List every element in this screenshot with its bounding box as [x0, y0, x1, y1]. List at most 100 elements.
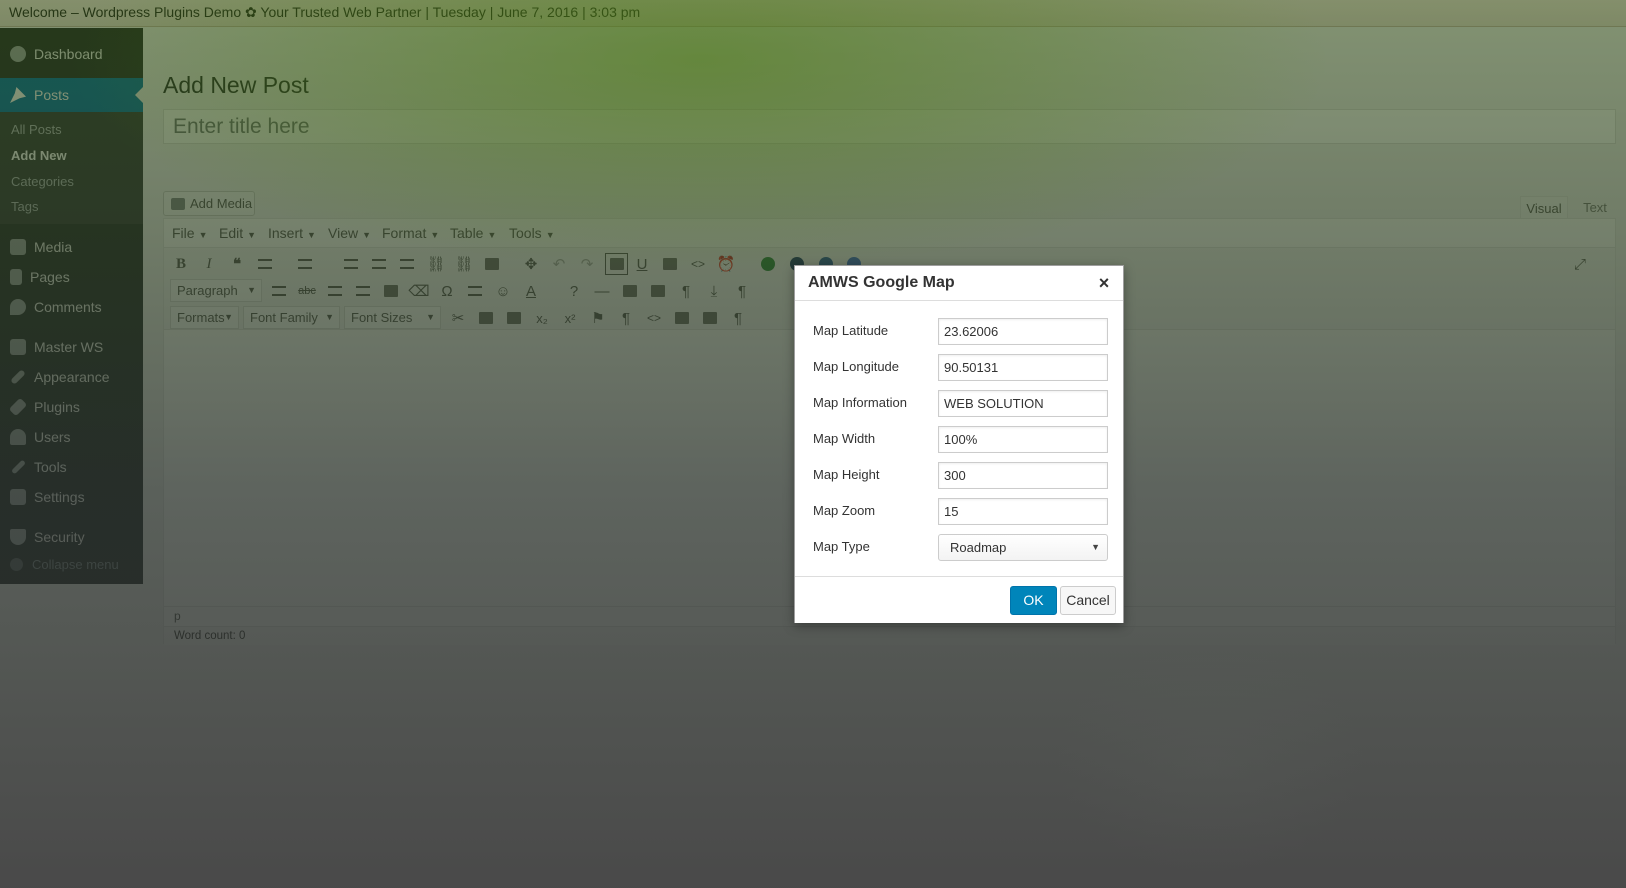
search-replace-icon[interactable]: [649, 282, 667, 300]
users-icon: [10, 429, 26, 445]
cut-icon[interactable]: ✂: [449, 309, 467, 327]
submenu-add-new[interactable]: Add New: [11, 148, 67, 163]
sidebar-item-users[interactable]: Users: [0, 422, 143, 452]
omega-icon[interactable]: Ω: [438, 282, 456, 300]
map-width-input[interactable]: 100%: [938, 426, 1108, 453]
media-embed-icon[interactable]: [673, 309, 691, 327]
pilcrow-icon[interactable]: ¶: [677, 282, 695, 300]
cancel-button[interactable]: Cancel: [1060, 586, 1116, 615]
toolbar-toggle-icon[interactable]: [605, 253, 628, 275]
expand-icon[interactable]: ⤢: [1571, 255, 1589, 273]
underline-icon[interactable]: U: [633, 255, 651, 273]
font-sizes-select[interactable]: Font Sizes ▼: [344, 306, 441, 329]
field-label: Map Width: [813, 431, 876, 446]
emoticon-icon[interactable]: ☺: [494, 282, 512, 300]
paste-text-icon[interactable]: [382, 282, 400, 300]
insert-icon[interactable]: ⤓: [705, 282, 723, 300]
outdent-icon[interactable]: [326, 282, 344, 300]
sidebar-item-pages[interactable]: Pages: [0, 262, 143, 292]
show-blocks-icon[interactable]: ¶: [617, 309, 635, 327]
menu-tools[interactable]: Tools ▼: [509, 225, 555, 241]
menu-view[interactable]: View ▼: [328, 225, 371, 241]
bold-icon[interactable]: B: [172, 255, 190, 273]
numbered-list-icon[interactable]: [296, 255, 314, 273]
help-icon[interactable]: ?: [565, 282, 583, 300]
sidebar-item-security[interactable]: Security: [0, 522, 143, 552]
tools-icon: [11, 459, 26, 475]
more-icon[interactable]: [466, 282, 484, 300]
text-color-icon[interactable]: A: [522, 282, 540, 300]
post-title-input[interactable]: Enter title here: [163, 109, 1616, 144]
sidebar-item-settings[interactable]: Settings: [0, 482, 143, 512]
ok-button[interactable]: OK: [1010, 586, 1057, 615]
strikethrough-icon[interactable]: abc: [298, 282, 316, 300]
sidebar-item-plugins[interactable]: Plugins: [0, 392, 143, 422]
bookmark-icon[interactable]: ⚑: [589, 309, 607, 327]
redo-icon[interactable]: ↷: [578, 255, 596, 273]
sidebar-item-dashboard[interactable]: Dashboard: [0, 39, 143, 69]
justify-icon[interactable]: [270, 282, 288, 300]
close-icon[interactable]: ×: [1095, 272, 1113, 294]
menu-insert[interactable]: Insert ▼: [268, 225, 316, 241]
print-icon[interactable]: [621, 282, 639, 300]
sidebar-item-comments[interactable]: Comments: [0, 292, 143, 322]
indent-icon[interactable]: [354, 282, 372, 300]
map-information-input[interactable]: WEB SOLUTION: [938, 390, 1108, 417]
horizontal-line-icon[interactable]: —: [593, 282, 611, 300]
link-icon[interactable]: ⛓: [426, 255, 445, 273]
word-count: Word count: 0: [164, 626, 1615, 645]
tab-visual[interactable]: Visual: [1520, 196, 1568, 219]
submenu-categories[interactable]: Categories: [11, 174, 74, 189]
menu-format[interactable]: Format ▼: [382, 225, 439, 241]
copy-icon[interactable]: [477, 309, 495, 327]
map-zoom-input[interactable]: 15: [938, 498, 1108, 525]
google-plugin-icon[interactable]: [759, 255, 777, 273]
dialog-header: AMWS Google Map: [795, 266, 1123, 301]
menu-file[interactable]: File ▼: [172, 225, 207, 241]
caret-down-icon: ▼: [247, 230, 257, 240]
menu-edit[interactable]: Edit ▼: [219, 225, 256, 241]
map-longitude-input[interactable]: 90.50131: [938, 354, 1108, 381]
code-icon[interactable]: <>: [689, 255, 707, 273]
clock-icon[interactable]: ⏰: [717, 255, 736, 273]
superscript-icon[interactable]: x²: [561, 309, 579, 327]
dialog-footer: OK Cancel: [795, 576, 1123, 623]
submenu-all-posts[interactable]: All Posts: [11, 122, 62, 137]
subscript-icon[interactable]: x₂: [533, 309, 551, 327]
align-center-icon[interactable]: [370, 255, 388, 273]
table-icon[interactable]: [483, 255, 501, 273]
add-media-button[interactable]: Add Media: [163, 191, 255, 216]
template-icon[interactable]: [701, 309, 719, 327]
sidebar-item-media[interactable]: Media: [0, 232, 143, 262]
formats-select[interactable]: Formats ▼: [170, 306, 239, 329]
map-latitude-input[interactable]: 23.62006: [938, 318, 1108, 345]
collapse-menu-button[interactable]: Collapse menu: [0, 549, 143, 579]
paste-icon[interactable]: [505, 309, 523, 327]
italic-icon[interactable]: I: [200, 255, 218, 273]
sidebar-item-master-ws[interactable]: Master WS: [0, 332, 143, 362]
sidebar-item-tools[interactable]: Tools: [0, 452, 143, 482]
tab-text[interactable]: Text: [1572, 196, 1618, 219]
image-icon[interactable]: [661, 255, 679, 273]
map-type-select[interactable]: Roadmap ▼: [938, 534, 1108, 561]
unlink-icon[interactable]: ⛓: [454, 255, 473, 273]
align-left-icon[interactable]: [342, 255, 360, 273]
bullet-list-icon[interactable]: [256, 255, 274, 273]
eraser-icon[interactable]: ⌫: [408, 282, 429, 300]
ltr-icon[interactable]: ¶: [733, 282, 751, 300]
submenu-tags[interactable]: Tags: [11, 199, 38, 214]
rtl-icon[interactable]: ¶: [729, 309, 747, 327]
undo-icon[interactable]: ↶: [550, 255, 568, 273]
sidebar-item-posts[interactable]: Posts: [0, 78, 143, 112]
align-right-icon[interactable]: [398, 255, 416, 273]
paragraph-select[interactable]: Paragraph ▼: [170, 279, 262, 302]
fullscreen-icon[interactable]: ✥: [522, 255, 540, 273]
sidebar-item-appearance[interactable]: Appearance: [0, 362, 143, 392]
menu-table[interactable]: Table ▼: [450, 225, 496, 241]
blockquote-icon[interactable]: ❝: [228, 255, 246, 273]
font-family-select[interactable]: Font Family ▼: [243, 306, 340, 329]
sidebar-item-label: Posts: [34, 87, 70, 103]
source-code-icon[interactable]: <>: [645, 309, 663, 327]
dialog-title: AMWS Google Map: [808, 274, 955, 291]
map-height-input[interactable]: 300: [938, 462, 1108, 489]
